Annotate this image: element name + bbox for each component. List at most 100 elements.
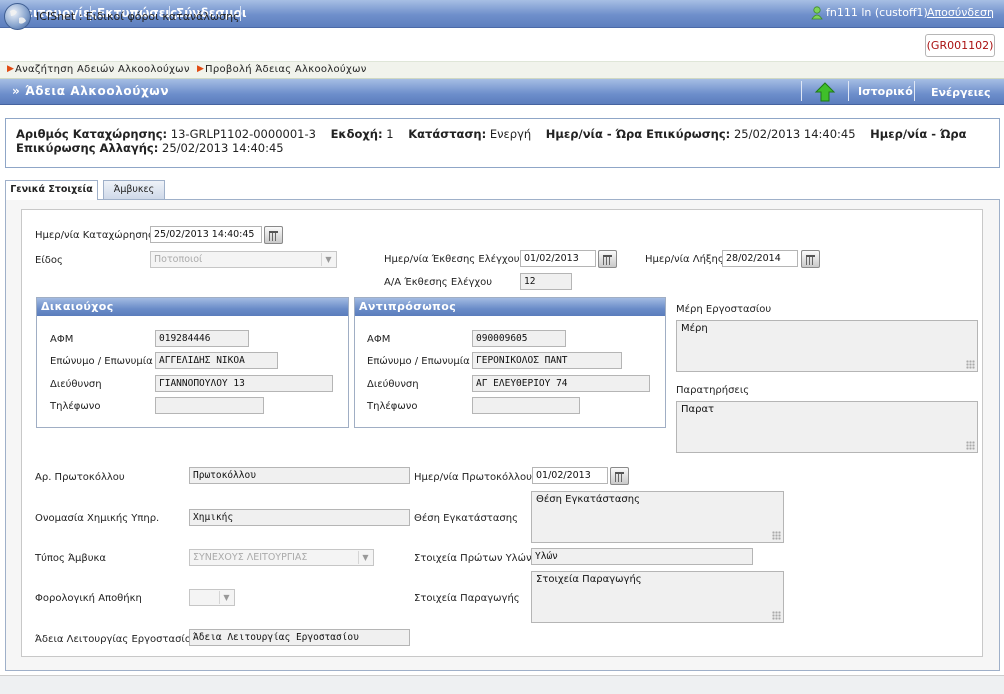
kind-label: Είδος	[35, 255, 63, 266]
rep-address-label: Διεύθυνση	[367, 379, 419, 390]
breadcrumb-item-search[interactable]: Αναζήτηση Αδειών Αλκοολούχων	[15, 64, 190, 75]
chevron-down-icon: ▼	[219, 591, 233, 604]
status-value: Ενεργή	[489, 127, 532, 141]
holder-name-field[interactable]: ΑΓΓΕΛΙΔΗΣ ΝΙΚΟΑ	[155, 352, 278, 369]
resize-grip-icon[interactable]	[772, 611, 781, 620]
holder-address-label: Διεύθυνση	[50, 379, 102, 390]
remarks-textarea[interactable]: Παρατ	[676, 401, 978, 453]
title-row	[0, 28, 1004, 62]
header-separator	[801, 81, 802, 101]
rep-name-label: Επώνυμο / Επωνυμία	[367, 356, 470, 367]
protocol-number-field[interactable]: Πρωτοκόλλου	[189, 467, 410, 484]
kind-select[interactable]: Ποτοποιοί ▼	[150, 251, 337, 268]
holder-afm-label: ΑΦΜ	[50, 334, 74, 345]
header-separator	[914, 81, 915, 101]
protocol-date-label: Ημερ/νία Πρωτοκόλλου	[414, 472, 532, 483]
section-title: » Άδεια Αλκοολούχων	[12, 84, 170, 98]
raw-materials-label: Στοιχεία Πρώτων Υλών	[414, 553, 532, 564]
version-label: Εκδοχή:	[330, 127, 383, 141]
calendar-icon[interactable]	[598, 250, 617, 268]
validation-datetime-label: Ημερ/νία - Ώρα Επικύρωσης:	[545, 127, 731, 141]
holder-phone-field[interactable]	[155, 397, 264, 414]
expiry-date-field[interactable]: 28/02/2014	[722, 250, 798, 267]
still-type-select[interactable]: ΣΥΝΕΧΟΥΣ ΛΕΙΤΟΥΡΓΙΑΣ ▼	[189, 549, 374, 566]
factory-parts-label: Μέρη Εργοστασίου	[676, 304, 772, 315]
breadcrumb-arrow-icon: ▶	[7, 64, 14, 74]
globe-logo-icon	[4, 3, 31, 30]
inspection-number-field[interactable]: 12	[520, 273, 572, 290]
change-validation-datetime-value: 25/02/2013 14:40:45	[162, 141, 284, 155]
license-summary-box: Αριθμός Καταχώρησης: 13-GRLP1102-0000001…	[5, 118, 1000, 168]
holder-name-label: Επώνυμο / Επωνυμία	[50, 356, 153, 367]
production-data-text: Στοιχεία Παραγωγής	[536, 574, 642, 585]
chemical-service-field[interactable]: Χημικής	[189, 509, 410, 526]
version-value: 1	[386, 127, 394, 141]
still-type-value: ΣΥΝΕΧΟΥΣ ΛΕΙΤΟΥΡΓΙΑΣ	[193, 552, 308, 563]
holder-afm-field[interactable]: 019284446	[155, 330, 249, 347]
registration-number-value: 13-GRLP1102-0000001-3	[170, 127, 316, 141]
production-data-label: Στοιχεία Παραγωγής	[414, 593, 520, 604]
inspection-date-label: Ημερ/νία Έκθεσης Ελέγχου	[384, 254, 520, 265]
registration-date-field[interactable]: 25/02/2013 14:40:45	[150, 226, 262, 243]
remarks-label: Παρατηρήσεις	[676, 385, 750, 396]
registration-date-label: Ημερ/νία Καταχώρησης	[35, 230, 154, 241]
tab-stills[interactable]: Άμβυκες	[103, 180, 165, 199]
up-arrow-icon[interactable]	[808, 81, 842, 103]
inspection-date-field[interactable]: 01/02/2013	[520, 250, 596, 267]
menu-separator	[240, 6, 241, 21]
calendar-icon[interactable]	[264, 226, 283, 244]
installation-location-text: Θέση Εγκατάστασης	[536, 494, 640, 505]
resize-grip-icon[interactable]	[772, 531, 781, 540]
factory-license-field[interactable]: Άδεια Λειτουργίας Εργοστασίου	[189, 629, 410, 646]
rep-address-field[interactable]: ΑΓ ΕΛΕΥΘΕΡΙΟΥ 74	[472, 375, 650, 392]
raw-materials-field[interactable]: Υλών	[531, 548, 753, 565]
breadcrumb-arrow-icon: ▶	[197, 64, 204, 74]
tab-general[interactable]: Γενικά Στοιχεία	[5, 180, 98, 200]
rep-afm-label: ΑΦΜ	[367, 334, 391, 345]
rep-name-field[interactable]: ΓΕΡΟΝΙΚΟΛΟΣ ΠΑΝΤ	[472, 352, 622, 369]
rep-afm-field[interactable]: 090009605	[472, 330, 566, 347]
remarks-text: Παρατ	[681, 404, 715, 415]
factory-parts-textarea[interactable]: Μέρη	[676, 320, 978, 372]
calendar-icon[interactable]	[801, 250, 820, 268]
factory-parts-text: Μέρη	[681, 323, 708, 334]
resize-grip-icon[interactable]	[966, 360, 975, 369]
user-icon	[811, 6, 823, 20]
breadcrumb-item-view[interactable]: Προβολή Άδειας Αλκοολούχων	[205, 64, 367, 75]
chemical-service-label: Ονομασία Χημικής Υπηρ.	[35, 513, 160, 524]
office-code-badge: (GR001102)	[925, 34, 995, 57]
protocol-date-field[interactable]: 01/02/2013	[532, 467, 608, 484]
chevron-down-icon: ▼	[358, 551, 372, 564]
rep-phone-label: Τηλέφωνο	[367, 401, 418, 412]
user-name: fn111 ln (custoff1)	[826, 6, 928, 19]
installation-location-textarea[interactable]: Θέση Εγκατάστασης	[531, 491, 784, 543]
status-label: Κατάσταση:	[408, 127, 487, 141]
app-title: ICISnet : Ειδικοί φόροι κατανάλωσης	[36, 10, 240, 23]
history-button[interactable]: Ιστορικό	[858, 85, 913, 98]
protocol-number-label: Αρ. Πρωτοκόλλου	[35, 472, 125, 483]
kind-select-value: Ποτοποιοί	[154, 254, 203, 265]
tax-warehouse-select[interactable]: ▼	[189, 589, 235, 606]
registration-number-label: Αριθμός Καταχώρησης:	[16, 127, 168, 141]
tax-warehouse-label: Φορολογική Αποθήκη	[35, 593, 142, 604]
status-bar	[0, 675, 1004, 694]
resize-grip-icon[interactable]	[966, 441, 975, 450]
inspection-number-label: Α/Α Έκθεσης Ελέγχου	[384, 277, 493, 288]
validation-datetime-value: 25/02/2013 14:40:45	[733, 127, 856, 141]
actions-button[interactable]: Ενέργειες	[931, 86, 991, 99]
header-separator	[848, 81, 849, 101]
logout-link[interactable]: Αποσύνδεση	[927, 6, 994, 19]
holder-group-title: Δικαιούχος	[37, 298, 348, 316]
chevron-down-icon: ▼	[321, 253, 335, 266]
rep-phone-field[interactable]	[472, 397, 580, 414]
license-summary-text: Αριθμός Καταχώρησης: 13-GRLP1102-0000001…	[16, 127, 991, 155]
holder-address-field[interactable]: ΓΙΑΝΝΟΠΟΥΛΟΥ 13	[155, 375, 333, 392]
representative-group-title: Αντιπρόσωπος	[355, 298, 665, 316]
calendar-icon[interactable]	[610, 467, 629, 485]
holder-phone-label: Τηλέφωνο	[50, 401, 101, 412]
installation-location-label: Θέση Εγκατάστασης	[414, 513, 518, 524]
factory-license-label: Άδεια Λειτουργίας Εργοστασίου	[35, 634, 197, 645]
expiry-date-label: Ημερ/νία Λήξης	[645, 254, 724, 265]
production-data-textarea[interactable]: Στοιχεία Παραγωγής	[531, 571, 784, 623]
still-type-label: Τύπος Άμβυκα	[35, 553, 107, 564]
